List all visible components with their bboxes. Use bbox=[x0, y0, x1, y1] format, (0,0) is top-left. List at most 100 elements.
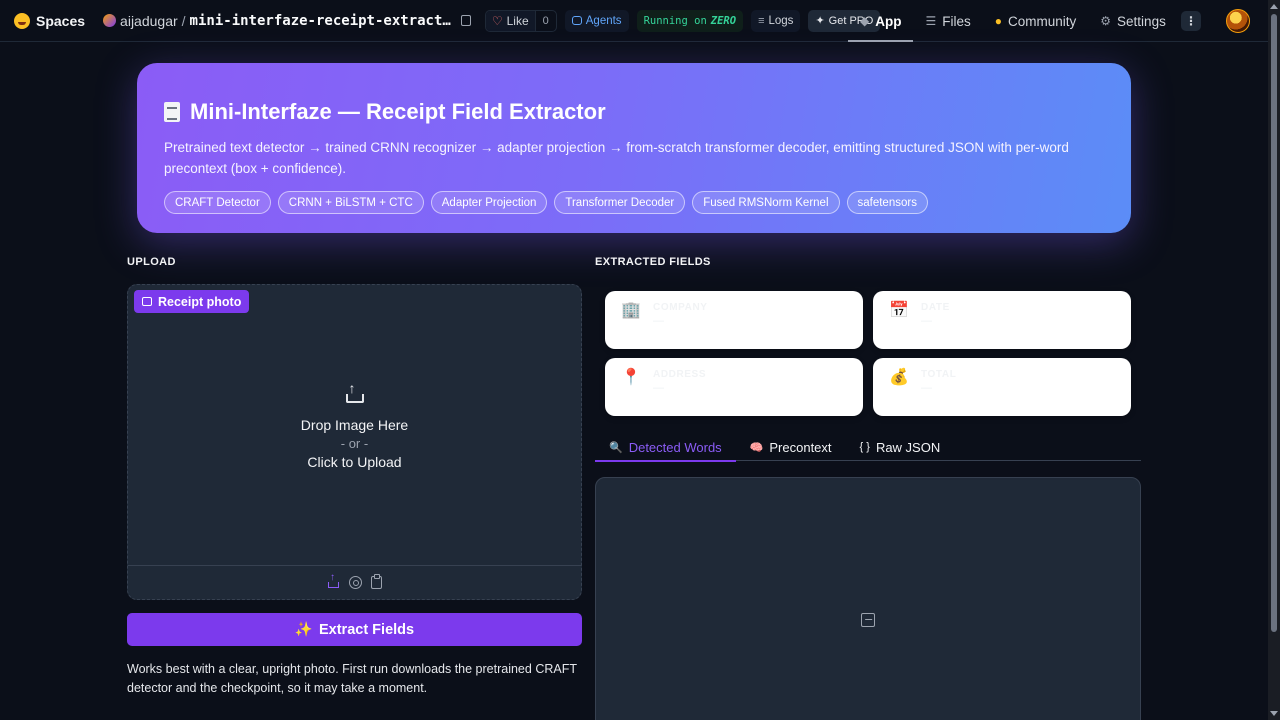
receipt-photo-label-text: Receipt photo bbox=[158, 294, 242, 309]
repo-link[interactable]: mini-interfaze-receipt-extract… bbox=[190, 13, 451, 29]
page-scrollbar[interactable] bbox=[1268, 0, 1280, 720]
drop-instructions[interactable]: Drop Image Here - or - Click to Upload bbox=[128, 380, 581, 470]
gear-icon: ⚙ bbox=[1100, 14, 1112, 28]
tab-community-label: Community bbox=[1008, 13, 1077, 29]
tab-community[interactable]: ● Community bbox=[983, 0, 1089, 42]
tab-settings-label: Settings bbox=[1117, 13, 1166, 29]
running-hardware: ZERO bbox=[710, 14, 737, 27]
extracted-fields-section-label: EXTRACTED FIELDS bbox=[595, 256, 711, 268]
tab-files-label: Files bbox=[942, 13, 971, 29]
tech-chip: safetensors bbox=[846, 191, 928, 214]
detected-words-image-output bbox=[595, 477, 1141, 720]
sparkles-icon: ✨ bbox=[294, 622, 313, 638]
tab-files[interactable]: ☰ Files bbox=[913, 0, 982, 42]
tech-chip: Adapter Projection bbox=[430, 191, 548, 214]
app-description: Pretrained text detector → trained CRNN … bbox=[164, 140, 1069, 176]
community-icon: ● bbox=[994, 14, 1003, 28]
tech-chip: Fused RMSNorm Kernel bbox=[692, 191, 840, 214]
extract-fields-label: Extract Fields bbox=[318, 621, 415, 638]
upload-icon bbox=[345, 380, 364, 403]
tab-raw-json-label: Raw JSON bbox=[875, 439, 941, 455]
robot-icon bbox=[571, 16, 582, 25]
field-card-total: 💰 TOTAL — bbox=[873, 358, 1131, 416]
field-card-address: 📍 ADDRESS — bbox=[605, 358, 863, 416]
logs-icon: ≡ bbox=[758, 14, 765, 27]
field-label: DATE bbox=[921, 302, 950, 313]
tech-chips: CRAFT Detector CRNN + BiLSTM + CTC Adapt… bbox=[164, 191, 1105, 214]
copy-icon[interactable] bbox=[460, 15, 471, 26]
hero-banner: Mini-Interfaze — Receipt Field Extractor… bbox=[137, 63, 1131, 233]
heart-icon: ♡ bbox=[491, 13, 503, 28]
brand-label: Spaces bbox=[36, 12, 86, 29]
clipboard-source-icon[interactable] bbox=[371, 574, 382, 589]
image-icon bbox=[142, 297, 152, 306]
magnifier-icon: 🔍 bbox=[609, 441, 623, 454]
scrollbar-thumb[interactable] bbox=[1271, 14, 1277, 632]
brain-icon: 🧠 bbox=[749, 441, 764, 454]
tab-precontext[interactable]: 🧠 Precontext bbox=[736, 433, 846, 461]
agents-button[interactable]: Agents bbox=[564, 9, 629, 32]
running-prefix: Running on bbox=[643, 14, 707, 27]
tab-detected-words-label: Detected Words bbox=[628, 439, 722, 455]
upload-section-label: UPLOAD bbox=[127, 256, 176, 268]
owner-avatar bbox=[103, 14, 117, 27]
building-icon: 🏢 bbox=[621, 302, 641, 319]
breadcrumb-separator: / bbox=[181, 12, 186, 29]
webcam-source-icon[interactable] bbox=[349, 576, 362, 589]
field-value: — bbox=[653, 382, 664, 394]
space-nav-tabs: ◆ App ☰ Files ● Community ⚙ Settings bbox=[848, 0, 1178, 42]
tab-detected-words[interactable]: 🔍 Detected Words bbox=[595, 433, 736, 462]
app-title: Mini-Interfaze — Receipt Field Extractor bbox=[164, 99, 1105, 125]
tab-precontext-label: Precontext bbox=[769, 439, 832, 455]
braces-icon: { } bbox=[859, 441, 870, 453]
tab-app[interactable]: ◆ App bbox=[848, 0, 914, 42]
user-avatar[interactable] bbox=[1226, 9, 1250, 33]
more-options-button[interactable]: ⋮ bbox=[1181, 11, 1201, 31]
cube-icon: ◆ bbox=[860, 14, 870, 28]
click-to-upload-text: Click to Upload bbox=[307, 454, 402, 470]
breadcrumb: aijadugar / mini-interfaze-receipt-extra… bbox=[103, 13, 451, 29]
tab-app-label: App bbox=[875, 13, 902, 29]
output-tabs: 🔍 Detected Words 🧠 Precontext { } Raw JS… bbox=[595, 433, 1141, 462]
money-bag-icon: 💰 bbox=[889, 369, 909, 386]
pin-icon: 📍 bbox=[621, 369, 641, 386]
or-text: - or - bbox=[340, 436, 369, 451]
field-card-company: 🏢 COMPANY — bbox=[605, 291, 863, 349]
hugging-face-logo-icon bbox=[14, 12, 30, 29]
image-upload-dropzone[interactable]: Receipt photo Drop Image Here - or - Cli… bbox=[127, 284, 582, 600]
spaces-brand[interactable]: Spaces bbox=[14, 12, 86, 29]
upload-source-toolbar bbox=[128, 565, 581, 599]
field-value: — bbox=[921, 382, 932, 394]
upload-source-icon[interactable] bbox=[327, 572, 340, 589]
scroll-up-arrow-icon[interactable] bbox=[1270, 4, 1278, 9]
drop-image-text: Drop Image Here bbox=[300, 417, 409, 433]
calendar-icon: 📅 bbox=[889, 302, 909, 319]
image-placeholder-icon bbox=[861, 613, 875, 627]
field-card-date: 📅 DATE — bbox=[873, 291, 1131, 349]
running-status-badge[interactable]: Running on ZERO bbox=[636, 9, 744, 32]
logs-button[interactable]: ≡ Logs bbox=[751, 9, 801, 32]
scroll-down-arrow-icon[interactable] bbox=[1270, 711, 1278, 716]
usage-note: Works best with a clear, upright photo. … bbox=[127, 662, 577, 695]
extract-fields-button[interactable]: ✨ Extract Fields bbox=[127, 613, 582, 646]
owner-link[interactable]: aijadugar bbox=[120, 13, 178, 29]
tab-settings[interactable]: ⚙ Settings bbox=[1088, 0, 1178, 42]
field-value: — bbox=[653, 315, 664, 327]
files-icon: ☰ bbox=[925, 14, 937, 28]
tech-chip: CRNN + BiLSTM + CTC bbox=[277, 191, 424, 214]
field-value: — bbox=[921, 315, 932, 327]
sparkle-icon: ✦ bbox=[815, 15, 825, 27]
tech-chip: Transformer Decoder bbox=[554, 191, 686, 214]
field-label: ADDRESS bbox=[653, 369, 707, 380]
receipt-photo-label: Receipt photo bbox=[134, 290, 250, 313]
receipt-icon bbox=[164, 102, 180, 122]
app-title-text: Mini-Interfaze — Receipt Field Extractor bbox=[190, 99, 606, 124]
tab-raw-json[interactable]: { } Raw JSON bbox=[846, 433, 955, 461]
field-label: TOTAL bbox=[921, 369, 957, 380]
tech-chip: CRAFT Detector bbox=[164, 191, 271, 214]
like-button[interactable]: ♡ Like 0 bbox=[484, 9, 557, 32]
like-label: Like bbox=[506, 13, 529, 28]
like-count: 0 bbox=[534, 10, 556, 31]
logs-label: Logs bbox=[768, 14, 794, 27]
field-label: COMPANY bbox=[653, 302, 708, 313]
